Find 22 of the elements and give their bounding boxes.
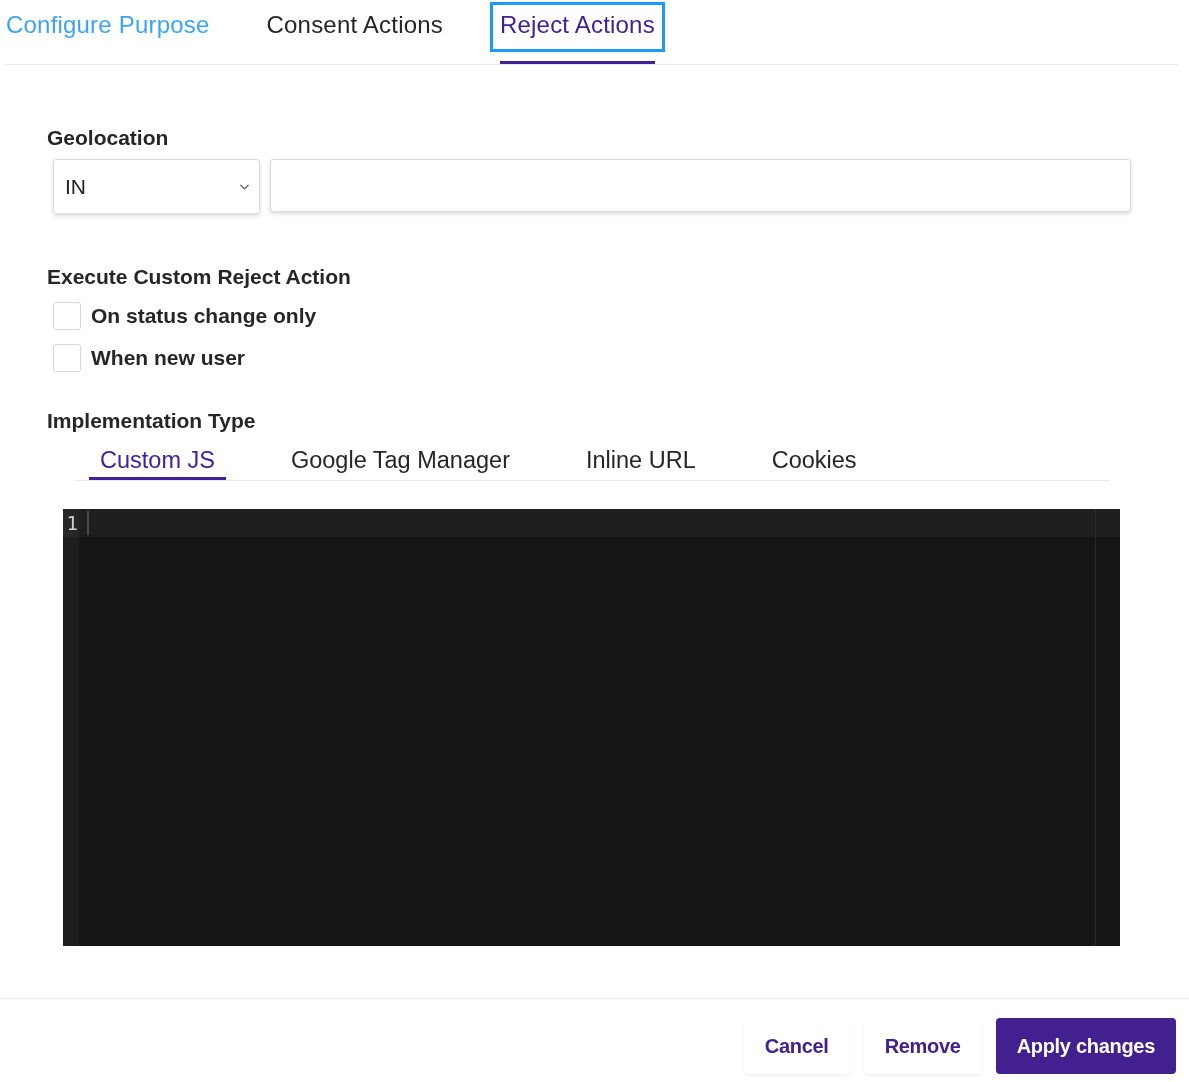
tab[interactable]: Google Tag Manager <box>279 444 521 480</box>
tab[interactable]: Inline URL <box>575 444 707 480</box>
text-input-field[interactable] <box>270 159 1131 212</box>
checkbox[interactable] <box>53 302 81 330</box>
tab[interactable]: Cookies <box>760 444 868 480</box>
tab[interactable]: Custom JS <box>89 444 226 480</box>
tab[interactable]: Reject Actions <box>489 2 665 52</box>
secondary-button[interactable]: Cancel <box>743 1018 850 1074</box>
apply-button[interactable]: Apply changes <box>995 1018 1176 1074</box>
text-cursor <box>87 511 89 535</box>
line-number: 1 <box>63 509 79 537</box>
checkbox-label: When new user <box>91 346 246 370</box>
region-select[interactable]: IN <box>53 159 260 214</box>
code-editor[interactable]: 1 <box>63 509 1120 946</box>
checkbox-label: On status change only <box>91 304 317 328</box>
chevron-down-icon <box>240 183 249 190</box>
secondary-button[interactable]: Remove <box>863 1018 982 1074</box>
section-label: Geolocation <box>47 125 169 151</box>
section-label: Execute Custom Reject Action <box>47 264 351 290</box>
tab[interactable]: Consent Actions <box>256 2 453 52</box>
checkbox[interactable] <box>53 344 81 372</box>
section-label: Implementation Type <box>47 408 256 434</box>
